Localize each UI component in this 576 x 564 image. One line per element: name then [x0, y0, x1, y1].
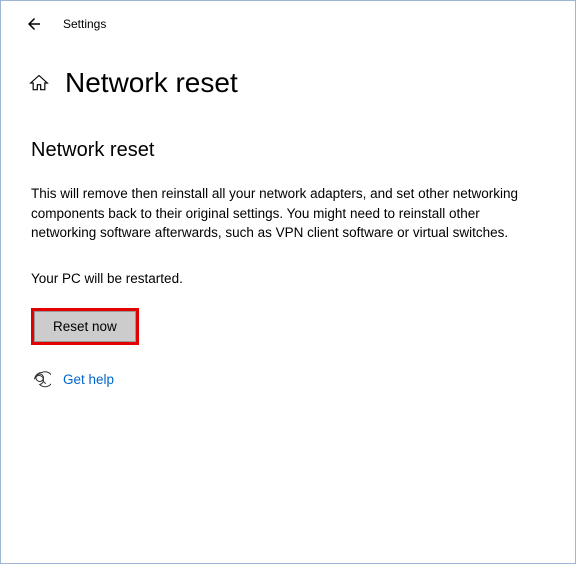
home-icon [29, 73, 49, 93]
back-button[interactable] [25, 15, 43, 33]
back-arrow-icon [25, 15, 43, 33]
header-app-label: Settings [63, 17, 106, 31]
help-row: Get help [31, 371, 541, 389]
reset-button-highlight: Reset now [31, 308, 139, 345]
page-title: Network reset [65, 67, 238, 99]
header-bar: Settings [1, 1, 575, 43]
title-row: Network reset [1, 43, 575, 107]
section-heading: Network reset [31, 139, 541, 162]
main-content: Network reset This will remove then rein… [1, 107, 575, 389]
description-text: This will remove then reinstall all your… [31, 184, 541, 243]
restart-note: Your PC will be restarted. [31, 271, 541, 286]
get-help-link[interactable]: Get help [63, 372, 114, 387]
reset-now-button[interactable]: Reset now [34, 311, 136, 342]
help-icon [33, 371, 51, 389]
